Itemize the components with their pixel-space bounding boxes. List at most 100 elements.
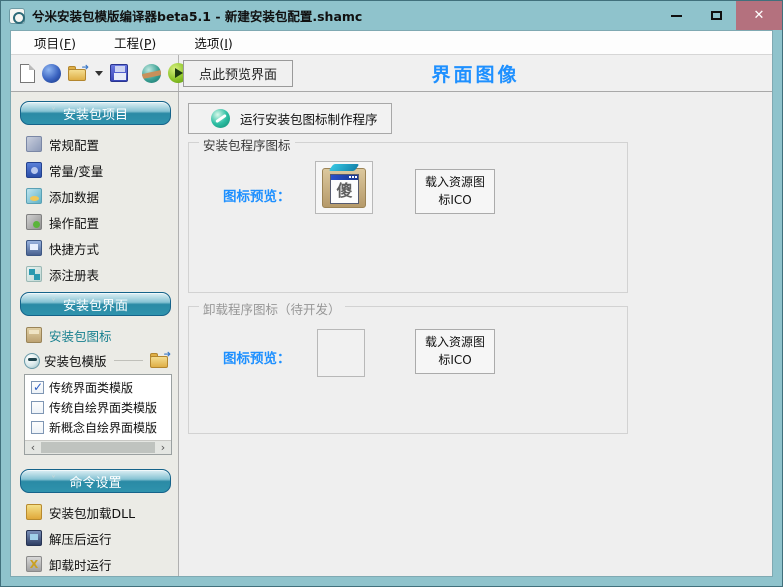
sidebar-item-add-registry[interactable]: 添注册表 [11, 261, 178, 287]
add-data-icon [26, 188, 42, 204]
body-row: ˅ 安装包项目 常规配置 常量/变量 添加数据 操作配置 快捷方式 添注册表 ˅… [11, 92, 772, 576]
load-resource-icon-button[interactable]: 载入资源图标ICO [415, 329, 495, 374]
horizontal-scrollbar[interactable]: ‹ › [25, 440, 171, 454]
publish-button[interactable] [142, 61, 161, 85]
scroll-left-arrow[interactable]: ‹ [25, 441, 41, 454]
checkbox-label: 新概念自绘界面模版 [49, 419, 157, 436]
menu-label: 工程( [114, 36, 144, 51]
publish-globe-icon [142, 64, 161, 83]
main-panel: 运行安装包图标制作程序 安装包程序图标 图标预览： 傻 [179, 92, 772, 576]
sidebar-item-label: 添加数据 [49, 187, 99, 206]
variables-icon [26, 162, 42, 178]
sidebar-item-constants-variables[interactable]: 常量/变量 [11, 157, 178, 183]
maximize-button[interactable] [696, 1, 736, 30]
template-group-header: 安装包模版 ➜ [11, 348, 178, 372]
sidebar-item-run-after-extract[interactable]: 解压后运行 [11, 525, 178, 551]
menu-label: 选项( [194, 36, 224, 51]
program-icon-preview-box: 傻 [315, 161, 373, 214]
package-icon-window: 傻 [330, 174, 359, 204]
titlebar[interactable]: 兮米安装包模版编译器beta5.1 - 新建安装包配置.shamc ✕ [1, 1, 782, 30]
menu-item-project[interactable]: 项目(F) [28, 31, 82, 54]
open-template-folder-button[interactable]: ➜ [150, 353, 170, 368]
menu-label: ) [151, 36, 156, 51]
divider [114, 360, 143, 361]
load-resource-icon-label: 载入资源图标ICO [422, 174, 488, 209]
sidebar-section-package-project[interactable]: ˅ 安装包项目 [20, 101, 171, 125]
open-dropdown-button[interactable] [95, 61, 103, 85]
sidebar-item-label: 卸载时运行 [49, 555, 112, 574]
toolbar: ➜ [11, 55, 179, 91]
template-icon [24, 353, 40, 369]
chevron-down-icon: ˅ [51, 108, 56, 118]
sidebar-item-operation-config[interactable]: 操作配置 [11, 209, 178, 235]
run-icon-maker-button[interactable]: 运行安装包图标制作程序 [188, 103, 392, 134]
uninstall-run-icon: X [26, 556, 42, 572]
template-listbox: 传统界面类模版 传统自绘界面类模版 新概念自绘界面模版 ‹ › [24, 374, 172, 455]
close-icon: ✕ [754, 8, 765, 23]
minimize-button[interactable] [656, 1, 696, 30]
package-icon-glyph: 傻 [331, 180, 358, 202]
sidebar-section-command-settings[interactable]: ˅ 命令设置 [20, 469, 171, 493]
monitor-icon [26, 530, 42, 546]
sidebar-item-add-data[interactable]: 添加数据 [11, 183, 178, 209]
open-folder-icon: ➜ [68, 66, 88, 81]
sidebar-item-package-icon[interactable]: 安装包图标 [11, 322, 178, 348]
menu-label: ) [71, 36, 76, 51]
load-resource-icon-label: 载入资源图标ICO [422, 334, 488, 369]
load-resource-icon-button[interactable]: 载入资源图标ICO [415, 169, 495, 214]
chevron-down-icon: ˅ [51, 476, 56, 486]
menu-label: 项目( [34, 36, 64, 51]
app-icon [9, 8, 25, 24]
chevron-down-icon [95, 71, 103, 76]
template-group-label: 安装包模版 [44, 351, 107, 370]
section-header-label: 安装包界面 [63, 295, 128, 314]
menubar: 项目(F) 工程(P) 选项(I) [11, 31, 772, 55]
sidebar-item-label: 添注册表 [49, 265, 99, 284]
icon-preview-label: 图标预览： [223, 347, 291, 367]
menu-item-engineering[interactable]: 工程(P) [108, 31, 162, 54]
shortcut-icon [26, 240, 42, 256]
scroll-right-arrow[interactable]: › [155, 441, 171, 454]
new-file-button[interactable] [20, 61, 35, 85]
menu-item-options[interactable]: 选项(I) [188, 31, 238, 54]
maximize-icon [711, 11, 722, 20]
menu-label: ) [228, 36, 233, 51]
save-button[interactable] [110, 61, 128, 85]
open-folder-button[interactable]: ➜ [68, 61, 88, 85]
sidebar-item-label: 安装包加载DLL [49, 503, 135, 522]
template-option-classic-custom[interactable]: 传统自绘界面类模版 [25, 397, 171, 417]
close-button[interactable]: ✕ [736, 1, 782, 30]
tab-preview-interface[interactable]: 点此预览界面 [183, 60, 293, 87]
checkbox[interactable] [31, 421, 44, 434]
sidebar-item-label: 操作配置 [49, 213, 99, 232]
window-frame: 项目(F) 工程(P) 选项(I) ➜ [1, 30, 782, 586]
template-option-classic[interactable]: 传统界面类模版 [25, 377, 171, 397]
template-option-new-concept[interactable]: 新概念自绘界面模版 [25, 417, 171, 437]
checkbox[interactable] [31, 401, 44, 414]
groupbox-legend: 安装包程序图标 [199, 135, 295, 154]
registry-icon [26, 266, 42, 282]
dll-icon [26, 504, 42, 520]
groupbox-legend: 卸载程序图标（待开发） [199, 299, 345, 318]
uninstall-icon-groupbox: 卸载程序图标（待开发） 图标预览： 载入资源图标ICO [188, 306, 628, 434]
minimize-icon [671, 15, 682, 17]
run-icon-maker-label: 运行安装包图标制作程序 [240, 109, 378, 128]
sidebar-item-label: 常量/变量 [49, 161, 103, 180]
sidebar-item-load-dll[interactable]: 安装包加载DLL [11, 499, 178, 525]
general-config-icon [26, 136, 42, 152]
sidebar-item-label: 安装包图标 [49, 326, 112, 345]
sidebar-item-general-config[interactable]: 常规配置 [11, 131, 178, 157]
sidebar-section-package-interface[interactable]: ˅ 安装包界面 [20, 292, 171, 316]
sidebar-item-label: 快捷方式 [49, 239, 99, 258]
sidebar-item-label: 常规配置 [49, 135, 99, 154]
sidebar: ˅ 安装包项目 常规配置 常量/变量 添加数据 操作配置 快捷方式 添注册表 ˅… [11, 92, 179, 576]
sidebar-item-run-on-uninstall[interactable]: X 卸载时运行 [11, 551, 178, 576]
checkbox-label: 传统界面类模版 [49, 379, 133, 396]
checkbox[interactable] [31, 381, 44, 394]
chevron-down-icon: ˅ [51, 299, 56, 309]
scrollbar-track[interactable] [41, 442, 155, 453]
tab-strip: 点此预览界面 界面图像 [179, 55, 772, 91]
sidebar-item-shortcut[interactable]: 快捷方式 [11, 235, 178, 261]
globe-button[interactable] [42, 61, 61, 85]
tool-row: ➜ 点此预览界面 界面图像 [11, 55, 772, 92]
